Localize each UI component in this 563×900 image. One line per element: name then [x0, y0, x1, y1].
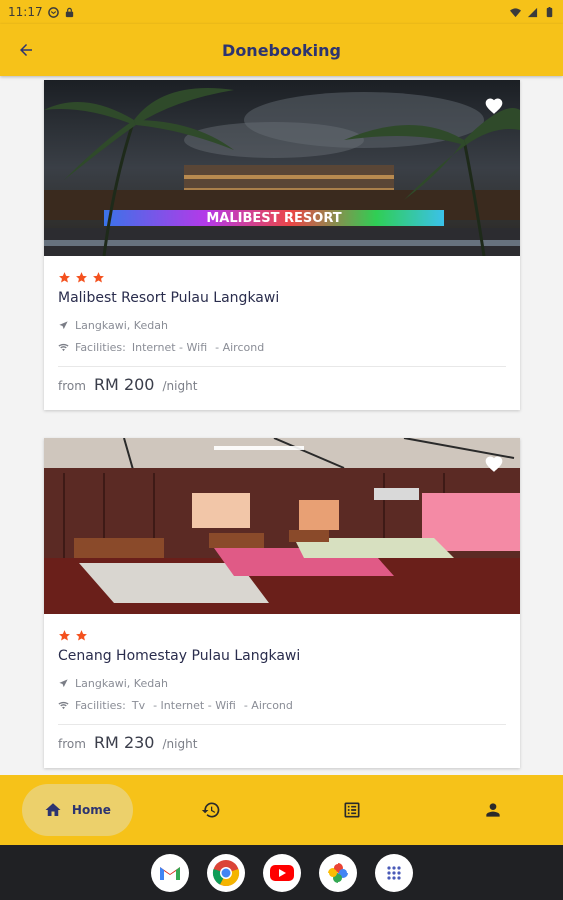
facility-item: - Internet - Wifi: [153, 699, 236, 712]
photos-icon[interactable]: [318, 853, 357, 892]
status-bar: 11:17: [0, 0, 563, 24]
system-dock: [0, 845, 563, 900]
hotel-card[interactable]: Cenang Homestay Pulau Langkawi Langkawi,…: [44, 438, 520, 768]
price-unit: /night: [162, 737, 198, 751]
facility-item: Internet - Wifi: [131, 341, 208, 354]
star-icon: [93, 271, 104, 282]
nav-history[interactable]: [141, 775, 282, 845]
wifi-router-icon: [58, 701, 69, 710]
hotel-photo: [44, 438, 520, 614]
hotel-card[interactable]: MALIBEST RESORT Malibest Resort Pulau La…: [44, 80, 520, 410]
person-icon: [485, 803, 500, 817]
price-prefix: from: [58, 379, 86, 393]
price-value: RM 200: [93, 375, 155, 394]
star-rating: [58, 268, 506, 286]
app-drawer-icon[interactable]: [374, 853, 413, 892]
nav-home-label: Home: [71, 803, 111, 817]
status-time: 11:17: [8, 5, 43, 19]
app-bar: Donebooking: [0, 24, 563, 76]
booking-list[interactable]: MALIBEST RESORT Malibest Resort Pulau La…: [0, 76, 563, 775]
location-row: Langkawi, Kedah: [58, 317, 506, 334]
page-title: Donebooking: [222, 40, 341, 60]
hotel-location: Langkawi, Kedah: [75, 319, 168, 332]
chrome-icon[interactable]: [206, 853, 245, 892]
back-button[interactable]: [0, 24, 52, 76]
star-icon: [76, 271, 87, 282]
star-rating: [58, 626, 506, 644]
list-icon: [344, 802, 360, 818]
hotel-photo: MALIBEST RESORT: [44, 80, 520, 256]
navigation-icon: [59, 679, 68, 688]
signal-icon: [527, 7, 538, 17]
hotel-location: Langkawi, Kedah: [75, 677, 168, 690]
bottom-navigation: Home: [0, 775, 563, 845]
favorite-icon[interactable]: [484, 96, 504, 116]
divider: [58, 366, 506, 367]
history-icon: [201, 802, 220, 818]
facilities-row: Facilities: Internet - Wifi - Aircond: [58, 339, 506, 356]
facility-item: - Aircond: [215, 341, 265, 354]
price-row: from RM 200 /night: [58, 375, 506, 394]
nav-home[interactable]: Home: [0, 775, 141, 845]
star-icon: [59, 271, 70, 282]
price-value: RM 230: [93, 733, 155, 752]
navigation-icon: [59, 321, 68, 330]
hotel-name[interactable]: Cenang Homestay Pulau Langkawi: [58, 648, 506, 670]
price-prefix: from: [58, 737, 86, 751]
price-row: from RM 230 /night: [58, 733, 506, 752]
location-row: Langkawi, Kedah: [58, 675, 506, 692]
wifi-icon: [510, 7, 521, 17]
facilities-label: Facilities:: [75, 341, 126, 354]
nav-list[interactable]: [282, 775, 423, 845]
gmail-icon[interactable]: [150, 853, 189, 892]
hotel-name[interactable]: Malibest Resort Pulau Langkawi: [58, 290, 506, 312]
photo-sign-text: MALIBEST RESORT: [206, 211, 341, 226]
home-icon: [45, 803, 61, 816]
favorite-icon[interactable]: [484, 454, 504, 474]
divider: [58, 724, 506, 725]
gmail-notification-icon: [47, 6, 59, 18]
star-icon: [59, 629, 70, 640]
lock-icon: [65, 7, 73, 17]
facility-item: - Aircond: [243, 699, 293, 712]
youtube-icon[interactable]: [262, 853, 301, 892]
wifi-router-icon: [58, 343, 69, 352]
star-icon: [76, 629, 87, 640]
arrow-back-icon: [20, 44, 32, 56]
facility-item: Tv: [131, 699, 146, 712]
facilities-row: Facilities: Tv - Internet - Wifi - Airco…: [58, 697, 506, 714]
price-unit: /night: [162, 379, 198, 393]
nav-profile[interactable]: [422, 775, 563, 845]
facilities-label: Facilities:: [75, 699, 126, 712]
nav-home-indicator[interactable]: Home: [21, 784, 133, 836]
battery-icon: [546, 6, 553, 17]
